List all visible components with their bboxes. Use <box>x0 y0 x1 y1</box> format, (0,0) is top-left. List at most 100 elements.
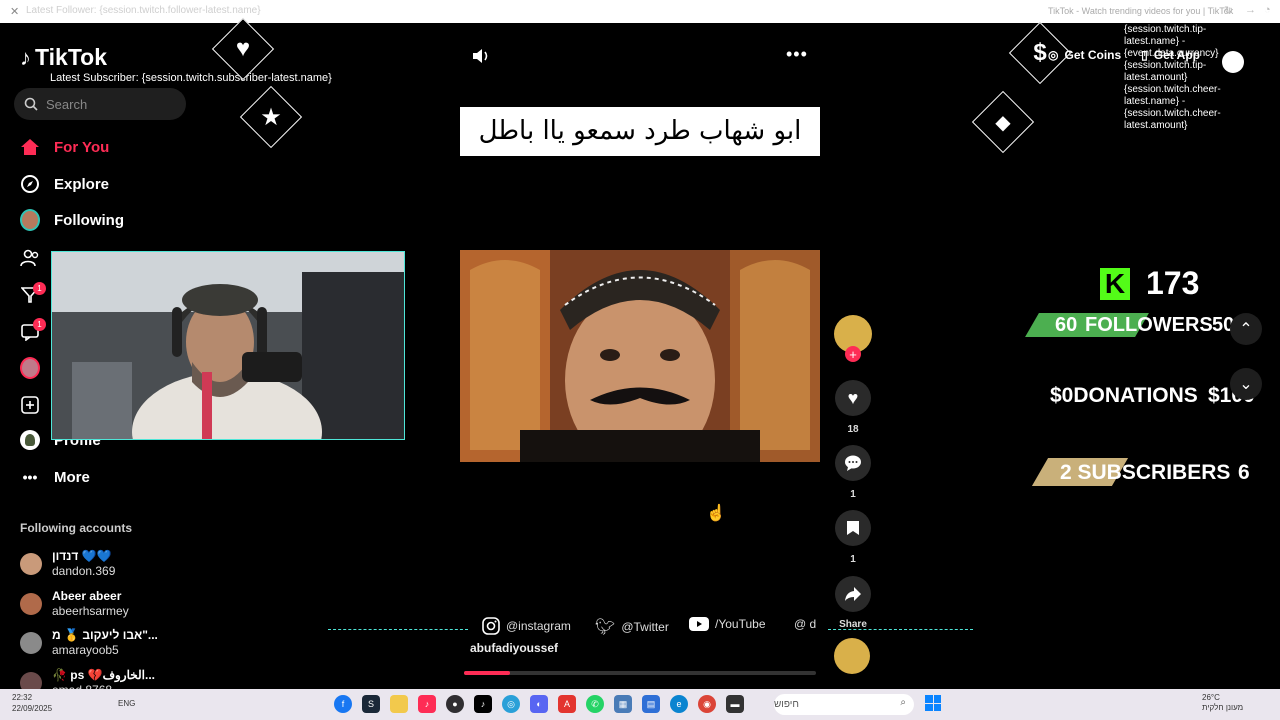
followers-goal-label: FOLLOWERS <box>1085 314 1213 336</box>
account-name: דנדון 💙💙 <box>52 549 112 563</box>
chrome-icon[interactable]: ◉ <box>698 695 716 713</box>
account-username: abeerhsarmey <box>52 604 129 618</box>
nav-more[interactable]: ••• More <box>20 467 90 487</box>
browser-url[interactable]: Latest Follower: {session.twitch.followe… <box>26 5 261 16</box>
save-button[interactable] <box>835 510 871 546</box>
twitter-icon: 🐦︎ <box>595 619 616 636</box>
volume-icon[interactable] <box>471 47 491 70</box>
video-author[interactable]: abufadiyoussef <box>470 641 558 655</box>
heart-icon: ♥ <box>847 387 859 408</box>
previous-video-button[interactable]: ⌃ <box>1230 313 1262 345</box>
acrobat-icon[interactable]: A <box>558 695 576 713</box>
taskbar-language[interactable]: ENG <box>118 699 135 708</box>
share-button[interactable] <box>835 576 871 612</box>
coin-icon: ◎ <box>1048 48 1059 62</box>
obs-icon[interactable]: ● <box>446 695 464 713</box>
profile-icon <box>20 430 40 450</box>
facebook-icon[interactable]: f <box>334 695 352 713</box>
compass-icon <box>20 174 40 194</box>
avatar <box>20 632 42 654</box>
taskbar-search[interactable]: חיפוש ⌕ <box>774 694 914 715</box>
list-item[interactable]: דנדון 💙💙 dandon.369 <box>20 549 115 579</box>
browser-bar: ✕ Latest Follower: {session.twitch.follo… <box>0 0 1280 23</box>
edge-icon[interactable]: e <box>670 695 688 713</box>
like-count: 18 <box>847 424 859 435</box>
forward-icon[interactable]: → <box>1245 4 1256 16</box>
twitter-link[interactable]: 🐦︎ @Twitter <box>595 617 669 637</box>
settings-icon[interactable]: ◔ <box>1264 4 1271 16</box>
store-icon[interactable]: ▤ <box>642 695 660 713</box>
like-button[interactable]: ♥ <box>835 380 871 416</box>
tiktok-studio-icon[interactable]: ♪ <box>418 695 436 713</box>
nav-explore-label: Explore <box>54 175 110 193</box>
comment-button[interactable] <box>835 445 871 481</box>
nav-following[interactable]: Following <box>20 209 124 231</box>
more-dots-icon: ••• <box>22 469 38 485</box>
browser-tab-title: TikTok - Watch trending videos for you |… <box>1048 6 1234 16</box>
taskbar-clock[interactable]: 22:32 22/09/2025 <box>12 692 52 714</box>
calculator-icon[interactable]: ▦ <box>614 695 632 713</box>
save-count: 1 <box>850 554 856 565</box>
activity-badge: 1 <box>33 282 46 295</box>
music-disc-icon[interactable] <box>834 638 870 674</box>
avatar <box>20 553 42 575</box>
folder-icon[interactable] <box>390 695 408 713</box>
donations-goal-label: $0DONATIONS <box>1050 384 1198 407</box>
gem-icon: ◆ <box>995 111 1011 134</box>
star-icon: ★ <box>260 103 282 131</box>
account-username: amarayoob5 <box>52 643 119 657</box>
video-progress-bar[interactable] <box>464 671 816 675</box>
instagram-icon <box>482 617 500 635</box>
tip-overlay-text: {session.twitch.tip-latest.name} - {even… <box>1124 24 1221 131</box>
messages-badge: 1 <box>33 318 46 331</box>
share-icon <box>845 587 861 601</box>
youtube-link[interactable]: /YouTube <box>689 617 766 631</box>
nav-for-you[interactable]: For You <box>20 137 109 157</box>
nav-explore[interactable]: Explore <box>20 174 109 194</box>
friends-icon[interactable] <box>20 248 40 268</box>
instagram-link[interactable]: @instagram <box>482 617 571 635</box>
list-item[interactable]: Abeer abeer abeerhsarmey <box>20 589 129 619</box>
account-name: Abeer abeer <box>52 589 122 603</box>
list-item[interactable]: אבו ליעקוב 🥇 מ"... amarayoob5 <box>20 628 158 658</box>
overlay-divider-left <box>328 629 468 630</box>
chevron-up-icon: ⌃ <box>1239 321 1253 338</box>
discord-icon[interactable]: ◐ <box>530 695 548 713</box>
whatsapp-icon[interactable]: ✆ <box>586 695 604 713</box>
heart-icon: ♥ <box>235 35 251 62</box>
taskbar-weather[interactable]: 26°C מעונן חלקית <box>1202 693 1243 713</box>
steam-icon[interactable]: S <box>362 695 380 713</box>
terminal-icon[interactable]: ▬ <box>726 695 744 713</box>
avatar <box>20 593 42 615</box>
search-input[interactable]: Search <box>14 88 186 120</box>
discord-handle: @ d <box>794 617 817 631</box>
discord-link[interactable]: @ d <box>794 617 816 631</box>
nav-following-label: Following <box>54 211 124 229</box>
app-icon[interactable]: ◎ <box>502 695 520 713</box>
comment-icon <box>845 455 861 471</box>
windows-start-icon[interactable] <box>925 695 941 711</box>
taskbar-time: 22:32 <box>12 693 33 702</box>
more-options-icon[interactable]: ••• <box>786 44 808 65</box>
comment-count: 1 <box>850 489 856 500</box>
windows-taskbar: 22:32 22/09/2025 ENG f S ♪ ● ♪ ◎ ◐ A ✆ ▦… <box>0 689 1280 720</box>
live-avatar-icon[interactable] <box>20 357 40 379</box>
video-player[interactable] <box>460 250 820 462</box>
search-icon <box>24 97 38 111</box>
subscribers-goal-label: 2 SUBSCRIBERS <box>1060 461 1231 484</box>
account-name: אבו ליעקוב 🥇 מ"... <box>52 628 158 642</box>
following-accounts-title: Following accounts <box>20 521 133 535</box>
next-video-button[interactable]: ⌄ <box>1230 368 1262 400</box>
youtube-handle: /YouTube <box>715 617 766 631</box>
follow-plus-icon[interactable]: + <box>845 346 861 362</box>
tiktok-logo[interactable]: ♪ TikTok <box>20 44 107 71</box>
webcam-overlay <box>51 251 405 440</box>
account-name: 🥀 ps 💔الخاروف... <box>52 668 155 682</box>
overlay-divider-right <box>828 629 973 630</box>
tiktok-app-icon[interactable]: ♪ <box>474 695 492 713</box>
reload-icon[interactable]: ↻ <box>1224 4 1233 17</box>
weather-temp: 26°C <box>1202 693 1220 702</box>
close-icon[interactable]: ✕ <box>10 5 19 18</box>
logo-text: TikTok <box>35 44 107 70</box>
upload-icon[interactable] <box>20 395 40 415</box>
